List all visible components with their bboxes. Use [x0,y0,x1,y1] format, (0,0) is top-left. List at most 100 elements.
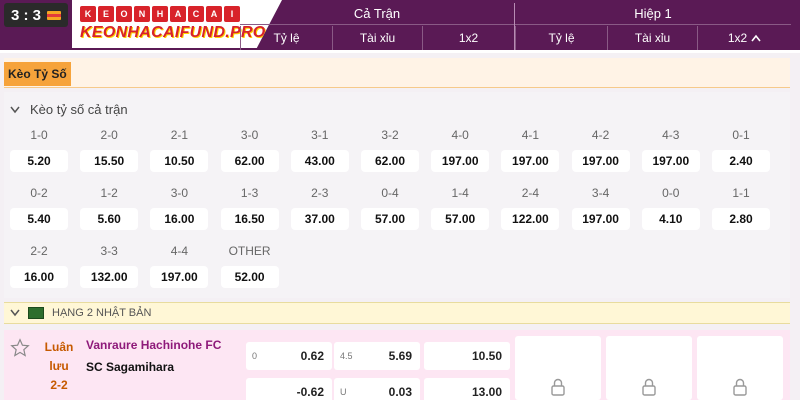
favorite-star-icon[interactable] [10,338,30,358]
under-odds[interactable]: U 0.03 [334,378,420,400]
score-odds-button[interactable]: 2.80 [712,208,770,230]
col-half-1x2[interactable]: 1x2 [697,26,791,50]
score-label: 4-4 [170,244,189,258]
score-odds-button[interactable]: 16.00 [10,266,68,288]
score-label: 4-0 [451,128,469,142]
score-odds-button[interactable]: 197.00 [501,150,560,172]
handicap-home-odds[interactable]: 0 0.62 [246,342,332,370]
under-label: U [340,387,347,397]
panel-header[interactable]: Kèo tỷ số cả trận [10,102,128,117]
over-odds[interactable]: 4.5 5.69 [334,342,420,370]
col-full-1x2[interactable]: 1x2 [422,26,514,50]
away-team-name[interactable]: SC Sagamihara [86,360,174,374]
score-odds-button[interactable]: 15.50 [80,150,139,172]
score-option[interactable]: 1-4 57.00 [431,186,490,230]
tab-correct-score[interactable]: Kèo Tỷ Số [4,62,71,86]
1x2-home-odds[interactable]: 10.50 [424,342,510,370]
col-full-over-under[interactable]: Tài xỉu [332,26,422,50]
logo-letter: O [116,6,132,22]
score-odds-button[interactable]: 57.00 [431,208,490,230]
score-odds-button[interactable]: 37.00 [290,208,349,230]
handicap-line: 0 [252,351,258,361]
status-line-1: Luân [44,340,74,354]
score-label: 3-2 [381,128,399,142]
score-option[interactable]: 4-4 197.00 [150,244,209,288]
score-option[interactable]: 2-1 10.50 [150,128,209,172]
score-option[interactable]: 3-0 16.00 [150,186,209,230]
score-option[interactable]: 0-0 4.10 [641,186,700,230]
col-full-handicap[interactable]: Tỷ lệ [240,26,332,50]
score-option[interactable]: 3-0 62.00 [220,128,279,172]
score-odds-button[interactable]: 197.00 [571,150,630,172]
match-status: Luân lưu 2-2 [42,338,76,395]
score-label: 2-3 [311,186,329,200]
league-header[interactable]: HẠNG 2 NHẬT BẢN [4,302,790,324]
score-option[interactable]: 0-4 57.00 [361,186,419,230]
score-odds-button[interactable]: 5.60 [80,208,139,230]
logo-letter: K [80,6,96,22]
score-odds-button[interactable]: 197.00 [641,150,700,172]
score-odds-button[interactable]: 16.00 [150,208,209,230]
home-team-name[interactable]: Vanraure Hachinohe FC [86,338,221,352]
score-option[interactable]: 1-1 2.80 [712,186,770,230]
score-odds-button[interactable]: 16.50 [220,208,279,230]
score-option[interactable]: 3-2 62.00 [361,128,419,172]
score-option[interactable]: 0-1 2.40 [712,128,770,172]
score-option[interactable]: 4-3 197.00 [641,128,700,172]
score-option[interactable]: 2-2 16.00 [10,244,68,288]
panel-title: Kèo tỷ số cả trận [30,102,128,117]
1x2-away-odds[interactable]: 13.00 [424,378,510,400]
score-option[interactable]: OTHER 52.00 [220,244,279,288]
score-odds-button[interactable]: 197.00 [431,150,490,172]
col-half-1x2-label: 1x2 [727,31,748,45]
score-option[interactable]: 2-3 37.00 [290,186,349,230]
score-option[interactable]: 3-3 132.00 [80,244,139,288]
score-odds-button[interactable]: 4.10 [641,208,700,230]
header-strip [0,50,800,53]
score-option[interactable]: 3-4 197.00 [571,186,630,230]
score-label: 0-1 [732,128,750,142]
score-odds-button[interactable]: 62.00 [220,150,279,172]
chevron-down-icon[interactable] [10,309,20,317]
score-label: 4-3 [662,128,680,142]
score-label: 0-2 [30,186,48,200]
score-odds-button[interactable]: 57.00 [361,208,419,230]
score-odds-button[interactable]: 122.00 [501,208,560,230]
score-label: 0-0 [662,186,680,200]
score-option[interactable]: 0-2 5.40 [10,186,68,230]
lock-icon [733,378,747,396]
score-odds-button[interactable]: 132.00 [80,266,139,288]
group-first-half: Hiệp 1 [515,3,791,25]
score-odds-button[interactable]: 2.40 [712,150,770,172]
score-label: 3-0 [240,128,259,142]
score-odds-button[interactable]: 197.00 [150,266,209,288]
score-odds-button[interactable]: 10.50 [150,150,209,172]
logo-letter: A [170,6,186,22]
score-option[interactable]: 4-0 197.00 [431,128,490,172]
score-option[interactable]: 1-3 16.50 [220,186,279,230]
logo-letter: A [206,6,222,22]
score-option[interactable]: 3-1 43.00 [290,128,349,172]
score-odds-button[interactable]: 5.40 [10,208,68,230]
score-option[interactable]: 2-0 15.50 [80,128,139,172]
chevron-up-icon[interactable] [751,34,761,42]
chevron-down-icon[interactable] [10,106,20,114]
handicap-away-odds[interactable]: -0.62 [246,378,332,400]
col-half-over-under[interactable]: Tài xỉu [607,26,697,50]
handicap-home-value: 0.62 [300,349,324,363]
score-odds-button[interactable]: 197.00 [571,208,630,230]
score-odds-button[interactable]: 43.00 [290,150,349,172]
score-odds-button[interactable]: 62.00 [361,150,419,172]
score-option[interactable]: 2-4 122.00 [501,186,560,230]
score-option[interactable]: 4-1 197.00 [501,128,560,172]
score-option[interactable]: 4-2 197.00 [571,128,630,172]
score-option[interactable]: 1-2 5.60 [80,186,139,230]
score-option[interactable]: 1-0 5.20 [10,128,68,172]
flag-icon [47,10,62,20]
score-odds-button[interactable]: 52.00 [220,266,279,288]
score-label: 1-3 [240,186,259,200]
col-half-handicap[interactable]: Tỷ lệ [515,26,607,50]
score-odds-button[interactable]: 5.20 [10,150,68,172]
match-row: Luân lưu 2-2 Vanraure Hachinohe FC SC Sa… [4,330,790,400]
live-score-text: 3 : 3 [11,6,42,24]
